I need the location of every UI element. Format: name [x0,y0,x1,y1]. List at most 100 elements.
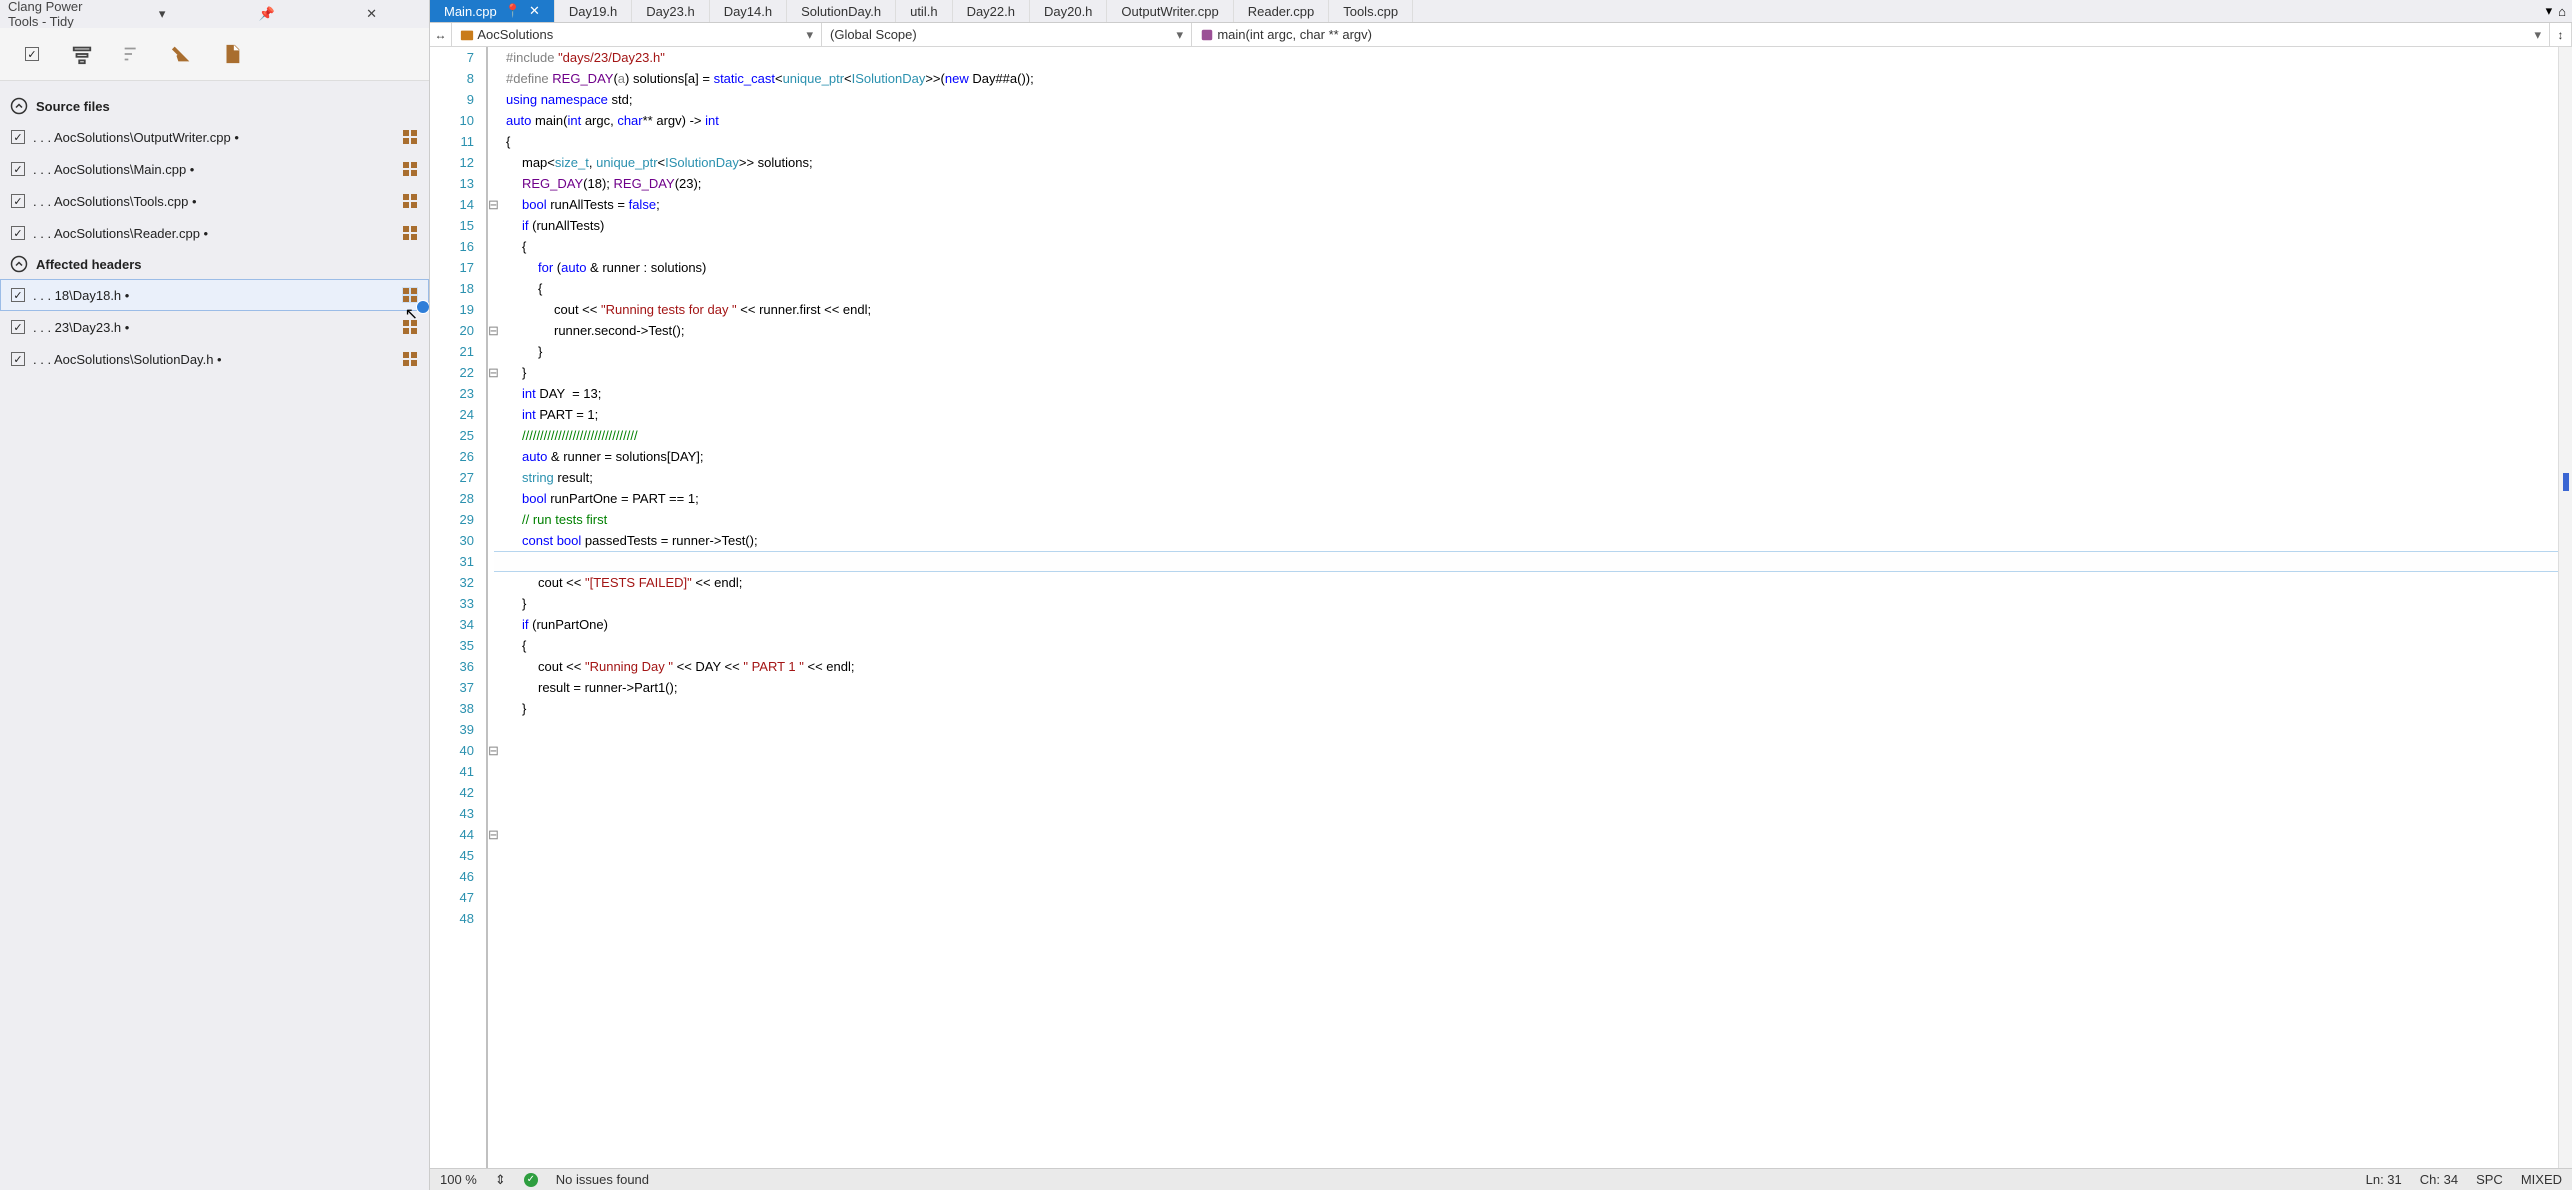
file-row[interactable]: . . . AocSolutions\Reader.cpp • [0,217,429,249]
file-row[interactable]: . . . 23\Day23.h • [0,311,429,343]
file-row[interactable]: . . . AocSolutions\Main.cpp • [0,153,429,185]
file-checkbox[interactable] [11,130,25,144]
code-line[interactable]: cout << "[TESTS FAILED]" << endl; [506,572,2572,593]
file-checkbox[interactable] [11,352,25,366]
file-row[interactable]: . . . AocSolutions\OutputWriter.cpp • [0,121,429,153]
crumb-symbol[interactable]: main(int argc, char ** argv) ▾ [1192,23,2550,46]
crumb-scope[interactable]: (Global Scope) ▾ [822,23,1192,46]
crumb-project[interactable]: AocSolutions ▾ [452,23,822,46]
tab-reader-cpp[interactable]: Reader.cpp [1234,0,1330,22]
file-row[interactable]: . . . AocSolutions\SolutionDay.h • [0,343,429,375]
code-line[interactable]: } [506,593,2572,614]
nav-back-icon[interactable]: ↔ [430,23,452,46]
tree-section[interactable]: Affected headers [0,249,429,279]
checkbox-all-button[interactable] [18,40,46,68]
zoom-updown-icon[interactable]: ⇕ [495,1172,506,1188]
tab-day14-h[interactable]: Day14.h [710,0,787,22]
fold-toggle[interactable]: ⊟ [488,362,499,383]
code-line[interactable]: } [506,698,2572,719]
fold-column[interactable]: ⊟ ⊟ ⊟ ⊟ ⊟ [488,47,500,1168]
code-line[interactable]: } [506,341,2572,362]
code-line[interactable]: string result; [506,467,2572,488]
tab-day23-h[interactable]: Day23.h [632,0,709,22]
code-line[interactable]: auto & runner = solutions[DAY]; [506,446,2572,467]
grid-icon[interactable] [402,161,418,177]
code-line[interactable]: result = runner->Part1(); [506,677,2572,698]
tab-solutionday-h[interactable]: SolutionDay.h [787,0,896,22]
tab-util-h[interactable]: util.h [896,0,952,22]
pin-icon[interactable]: 📍 [505,3,521,19]
code-line[interactable]: runner.second->Test(); [506,320,2572,341]
fold-toggle[interactable]: ⊟ [488,320,499,341]
code-line[interactable]: { [506,131,2572,152]
code-line[interactable]: if (runAllTests) [506,215,2572,236]
file-checkbox[interactable] [11,194,25,208]
file-checkbox[interactable] [11,288,25,302]
code-line[interactable]: if (runPartOne) [506,614,2572,635]
scroll-map[interactable] [2558,47,2572,1168]
tree-section[interactable]: Source files [0,91,429,121]
grid-icon[interactable] [402,129,418,145]
code-line[interactable]: using namespace std; [506,89,2572,110]
tab-day20-h[interactable]: Day20.h [1030,0,1107,22]
pin-icon[interactable]: 📌 [218,6,317,22]
fold-toggle[interactable]: ⊟ [488,824,499,845]
issues-text[interactable]: No issues found [556,1172,649,1187]
code-line[interactable]: int PART = 1; [506,404,2572,425]
code-line[interactable]: bool runPartOne = PART == 1; [506,488,2572,509]
issues-ok-icon: ✓ [524,1173,538,1187]
grid-icon[interactable] [402,351,418,367]
code-line[interactable]: cout << "Running tests for day " << runn… [506,299,2572,320]
grid-icon[interactable] [402,287,418,303]
code-line[interactable]: map<size_t, unique_ptr<ISolutionDay>> so… [506,152,2572,173]
code-line[interactable]: int DAY = 13; [506,383,2572,404]
line-number: 14 [430,194,474,215]
code-line[interactable]: { [506,635,2572,656]
filter-icon[interactable] [68,40,96,68]
fold-toggle[interactable]: ⊟ [488,194,499,215]
file-row[interactable]: . . . AocSolutions\Tools.cpp • [0,185,429,217]
sort-icon[interactable] [118,40,146,68]
code-line[interactable]: } [506,362,2572,383]
code-line[interactable]: const bool passedTests = runner->Test(); [506,530,2572,551]
code-line[interactable]: for (auto & runner : solutions) [506,257,2572,278]
code-line[interactable]: REG_DAY(18); REG_DAY(23); [506,173,2572,194]
grid-icon[interactable] [402,225,418,241]
code-line[interactable]: #include "days/23/Day23.h" [506,47,2572,68]
file-checkbox[interactable] [11,226,25,240]
home-icon[interactable]: ⌂ [2558,4,2566,19]
code-line[interactable]: { [506,278,2572,299]
tab-tools-cpp[interactable]: Tools.cpp [1329,0,1413,22]
close-icon[interactable]: ✕ [322,6,421,22]
indent-mode[interactable]: SPC [2476,1172,2503,1187]
fold-toggle[interactable]: ⊟ [488,740,499,761]
code-content[interactable]: #include "days/23/Day23.h"#define REG_DA… [500,47,2572,1168]
code-line[interactable]: { [506,236,2572,257]
line-number: 29 [430,509,474,530]
zoom-level[interactable]: 100 % [440,1172,477,1187]
code-line[interactable]: // run tests first [506,509,2572,530]
code-line[interactable]: cout << "Running Day " << DAY << " PART … [506,656,2572,677]
tab-overflow-icon[interactable]: ▾ [2546,3,2553,19]
broom-icon[interactable] [168,40,196,68]
file-row[interactable]: . . . 18\Day18.h •↖ [0,279,429,311]
line-ending[interactable]: MIXED [2521,1172,2562,1187]
close-icon[interactable]: ✕ [529,3,540,19]
code-line[interactable]: auto main(int argc, char** argv) -> int [506,110,2572,131]
panel-toolbar [0,28,429,81]
code-editor[interactable]: 7891011121314151617181920212223242526272… [430,47,2572,1168]
cursor-col: Ch: 34 [2420,1172,2458,1187]
tab-outputwriter-cpp[interactable]: OutputWriter.cpp [1107,0,1233,22]
tab-main-cpp[interactable]: Main.cpp📍✕ [430,0,555,22]
tab-day22-h[interactable]: Day22.h [953,0,1030,22]
file-checkbox[interactable] [11,162,25,176]
new-file-icon[interactable] [218,40,246,68]
code-line[interactable]: //////////////////////////////// [506,425,2572,446]
file-checkbox[interactable] [11,320,25,334]
split-icon[interactable]: ↕ [2550,23,2572,46]
dropdown-icon[interactable]: ▾ [113,6,212,22]
tab-day19-h[interactable]: Day19.h [555,0,632,22]
code-line[interactable]: bool runAllTests = false; [506,194,2572,215]
grid-icon[interactable] [402,193,418,209]
code-line[interactable]: #define REG_DAY(a) solutions[a] = static… [506,68,2572,89]
